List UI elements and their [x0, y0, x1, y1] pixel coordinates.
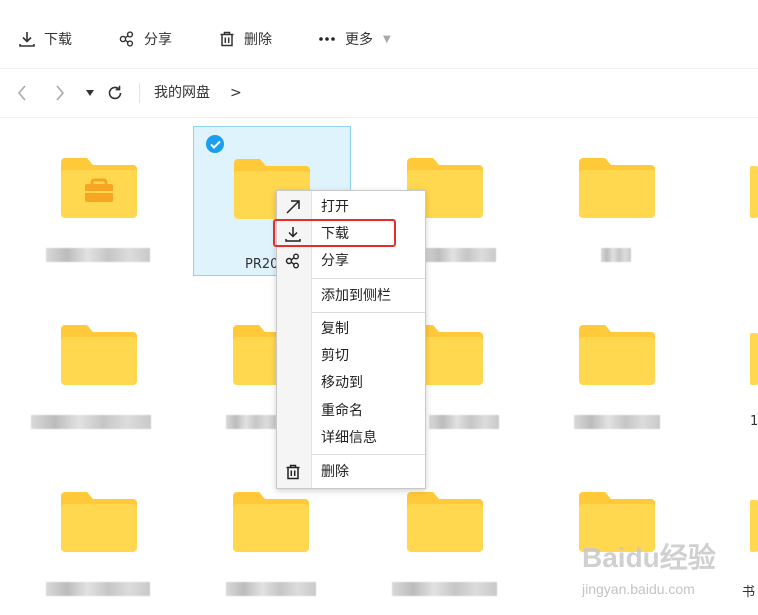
share-icon — [285, 253, 299, 269]
menu-item-move-to[interactable]: 移动到 — [277, 370, 425, 396]
back-button[interactable] — [12, 83, 32, 103]
folder-icon-partial — [750, 333, 758, 385]
baidu-jingyan-watermark: Baidu经验 jingyan.baidu.com — [582, 536, 752, 608]
refresh-button[interactable] — [105, 83, 125, 103]
chevron-left-icon — [17, 85, 26, 101]
blurred-file-name — [46, 582, 150, 596]
folder-tile[interactable] — [21, 126, 179, 276]
menu-item-label: 分享 — [321, 253, 349, 269]
folder-icon-partial — [750, 166, 758, 218]
blurred-file-name — [226, 582, 316, 596]
menu-item-open[interactable]: 打开 — [277, 194, 425, 220]
blurred-file-name — [424, 248, 496, 262]
more-label: 更多 — [345, 32, 373, 48]
blurred-file-name — [574, 415, 660, 429]
more-dots-icon — [319, 37, 335, 41]
checkmark-icon[interactable] — [206, 135, 224, 153]
menu-divider — [311, 454, 425, 455]
caret-down-icon: ▼ — [383, 33, 391, 45]
download-button[interactable]: 下载 — [18, 24, 72, 54]
menu-item-share[interactable]: 分享 — [277, 248, 425, 274]
toolbar: 下载 分享 删除 更多 ▼ — [0, 0, 758, 69]
history-dropdown[interactable] — [80, 83, 100, 103]
folder-icon — [61, 492, 137, 552]
watermark-logo: Baidu经验 — [582, 542, 716, 573]
menu-item-label: 删除 — [321, 464, 349, 480]
safe-folder-icon — [61, 158, 137, 218]
blurred-file-name — [46, 248, 150, 262]
partial-file-name: 1 — [750, 414, 758, 429]
watermark-url: jingyan.baidu.com — [582, 581, 695, 597]
breadcrumb-my-drive[interactable]: 我的网盘 — [154, 83, 210, 103]
menu-item-cut[interactable]: 剪切 — [277, 343, 425, 369]
share-label: 分享 — [144, 32, 172, 48]
download-icon — [19, 32, 35, 47]
breadcrumb-arrow[interactable]: > — [230, 83, 242, 103]
folder-tile[interactable] — [539, 126, 697, 276]
delete-button[interactable]: 删除 — [218, 24, 272, 54]
folder-icon — [233, 492, 309, 552]
arrow-up-right-icon — [286, 200, 300, 214]
blurred-file-name — [31, 415, 151, 429]
menu-item-label: 移动到 — [321, 375, 363, 391]
menu-divider — [311, 312, 425, 313]
menu-item-details[interactable]: 详细信息 — [277, 425, 425, 451]
folder-icon — [61, 325, 137, 385]
blurred-file-name — [226, 415, 276, 429]
trash-icon — [286, 464, 300, 480]
caret-down-icon — [86, 90, 94, 96]
menu-item-delete[interactable]: 删除 — [277, 459, 425, 485]
chevron-right-icon — [56, 85, 65, 101]
blurred-file-name — [392, 582, 497, 596]
folder-tile[interactable] — [21, 460, 179, 610]
more-button[interactable]: 更多 ▼ — [317, 24, 391, 54]
menu-item-label: 添加到侧栏 — [321, 288, 391, 304]
highlight-annotation-box — [273, 219, 396, 247]
menu-item-add-to-sidebar[interactable]: 添加到侧栏 — [277, 283, 425, 309]
folder-icon — [407, 492, 483, 552]
navigation-bar: 我的网盘 > — [0, 69, 758, 118]
menu-divider — [311, 278, 425, 279]
forward-button[interactable] — [50, 83, 70, 103]
folder-icon — [579, 158, 655, 218]
blurred-file-name — [601, 248, 631, 262]
trash-icon — [220, 31, 234, 47]
menu-item-label: 打开 — [321, 199, 349, 215]
nav-divider — [139, 83, 140, 103]
delete-label: 删除 — [244, 32, 272, 48]
folder-tile[interactable] — [21, 293, 179, 443]
menu-item-label: 复制 — [321, 321, 349, 337]
blurred-file-name — [429, 415, 499, 429]
menu-item-label: 重命名 — [321, 403, 363, 419]
download-label: 下载 — [44, 32, 72, 48]
menu-item-rename[interactable]: 重命名 — [277, 398, 425, 424]
menu-item-copy[interactable]: 复制 — [277, 316, 425, 342]
refresh-icon — [108, 85, 122, 100]
menu-item-label: 详细信息 — [321, 430, 377, 446]
folder-tile[interactable] — [539, 293, 697, 443]
folder-icon — [579, 325, 655, 385]
menu-item-label: 剪切 — [321, 348, 349, 364]
share-icon — [119, 31, 134, 47]
share-button[interactable]: 分享 — [118, 24, 172, 54]
file-name-label: PR20 — [245, 257, 279, 272]
